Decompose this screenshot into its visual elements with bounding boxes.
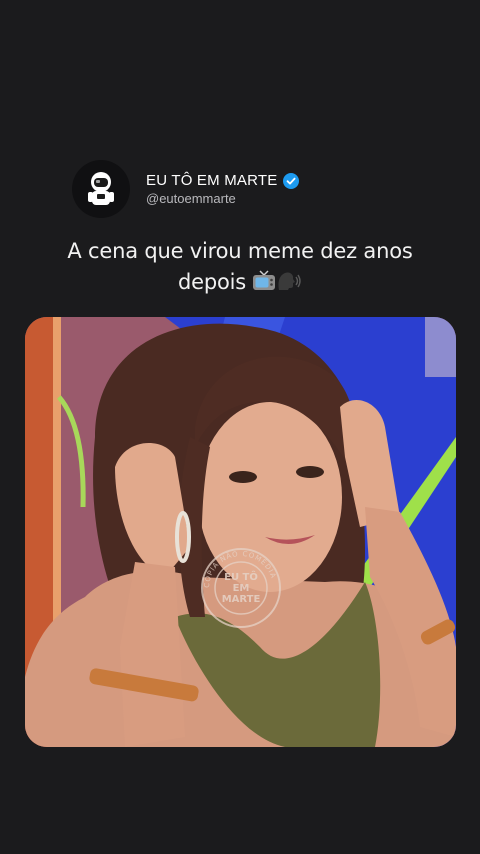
post-header: EU TÔ EM MARTE @eutoemmarte — [72, 160, 300, 218]
verified-badge-icon — [283, 172, 300, 189]
post-video[interactable] — [25, 317, 456, 747]
watermark-line-1: EU TÔ — [224, 570, 258, 583]
watermark-stamp: COPIA NÃO COMÉDIA EU TÔ EM MARTE — [200, 547, 282, 629]
astronaut-icon — [88, 172, 114, 205]
caption-line-2-row: depois — [40, 267, 440, 298]
caption-line-2: depois — [177, 270, 246, 294]
caption-line-1: A cena que virou meme dez anos — [67, 239, 413, 263]
watermark-seal: COPIA NÃO COMÉDIA EU TÔ EM MARTE — [201, 548, 281, 628]
handle[interactable]: @eutoemmarte — [146, 191, 299, 206]
watermark-line-3: MARTE — [222, 594, 261, 605]
speaking-head-icon — [278, 272, 301, 290]
post-caption: A cena que virou meme dez anos depois — [40, 236, 440, 298]
name-row: EU TÔ EM MARTE — [146, 172, 300, 189]
video-frame-illustration — [25, 317, 456, 747]
tv-icon — [253, 270, 275, 290]
post-identity: EU TÔ EM MARTE @eutoemmarte — [146, 172, 300, 206]
display-name[interactable]: EU TÔ EM MARTE — [146, 172, 277, 189]
caption-emoji-group — [252, 270, 302, 292]
avatar[interactable] — [72, 160, 130, 218]
watermark-line-2: EM — [233, 583, 250, 594]
